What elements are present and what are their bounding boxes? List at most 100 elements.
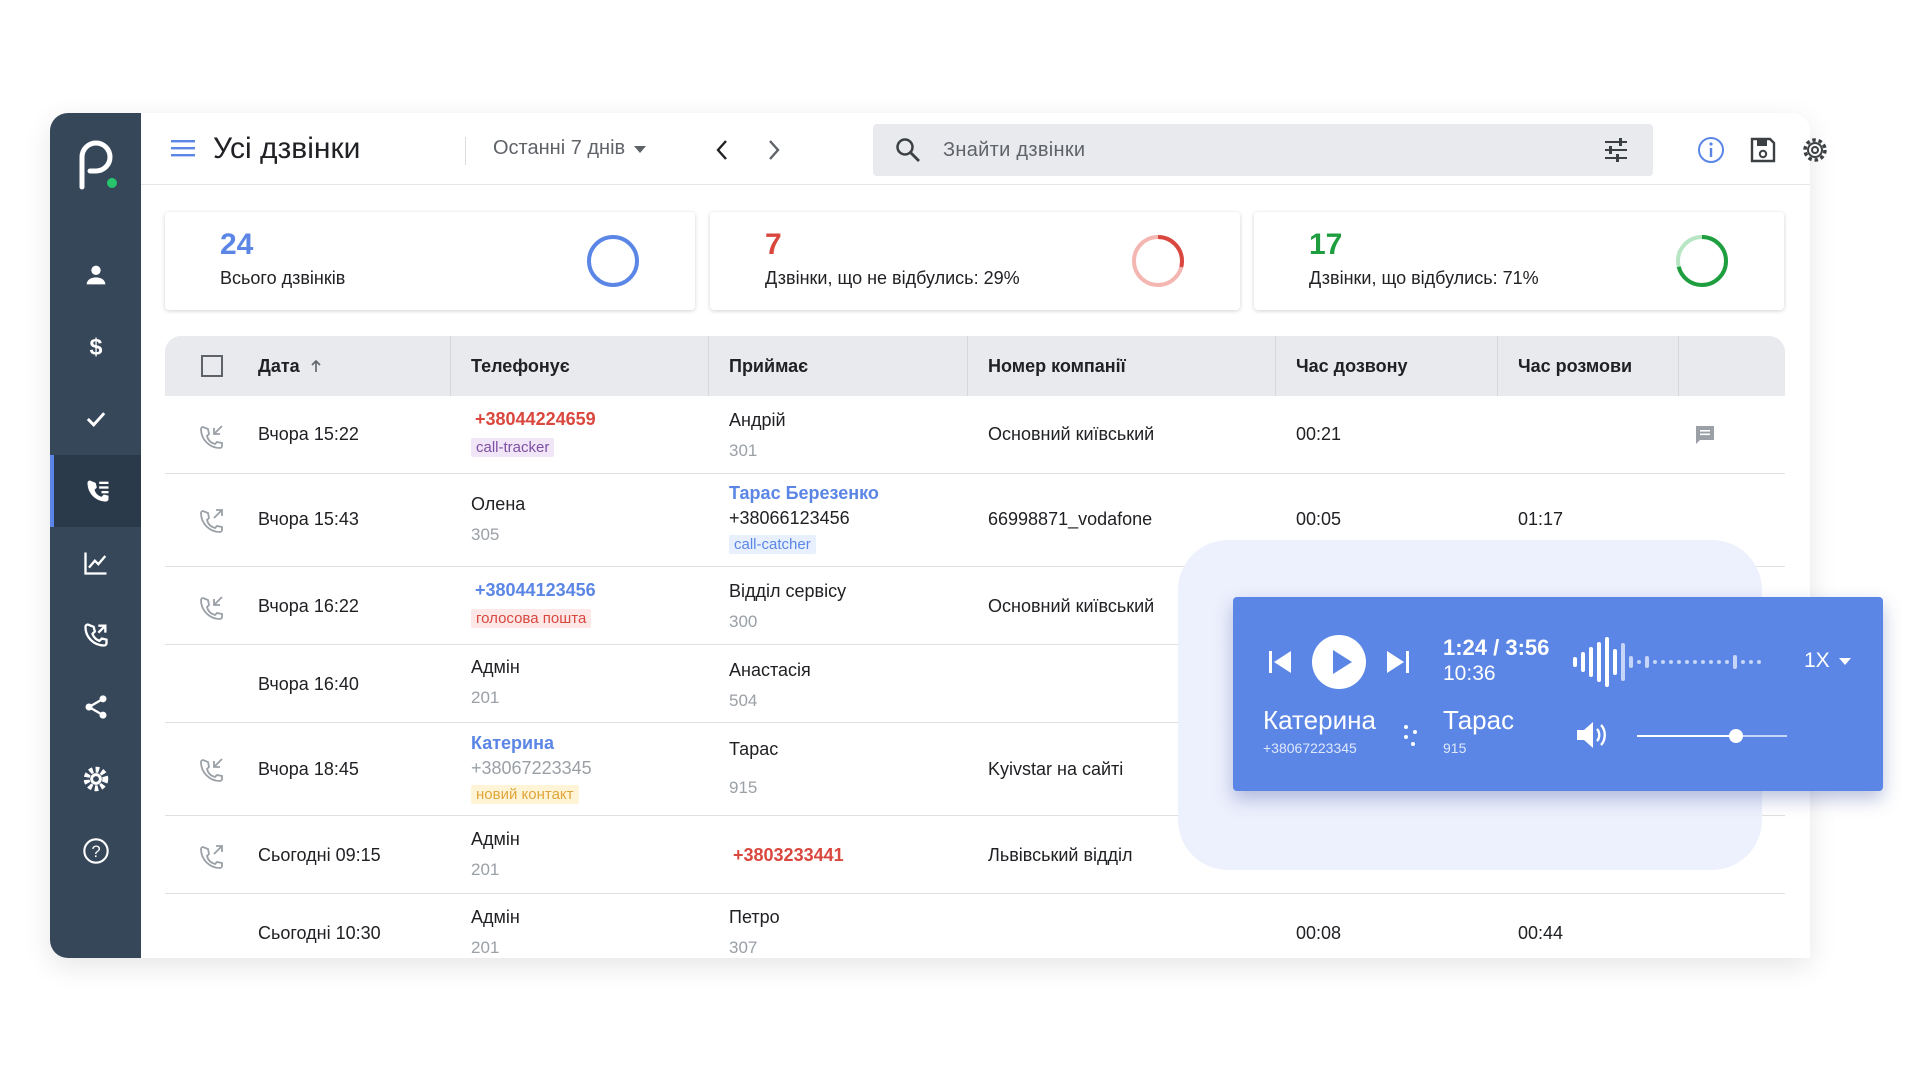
receiver-phone[interactable]: +3803233441 — [733, 845, 844, 866]
help-icon: ? — [82, 838, 109, 864]
users-icon — [86, 265, 105, 285]
save-button[interactable] — [1748, 135, 1778, 170]
column-wait-time[interactable]: Час дозвону — [1296, 336, 1408, 396]
column-divider — [708, 336, 709, 396]
nav-analytics[interactable] — [50, 527, 141, 599]
receiver-phone: +38066123456 — [729, 508, 850, 528]
caller-ext: 201 — [471, 688, 500, 707]
info-icon — [1698, 137, 1724, 163]
chevron-right-icon — [769, 140, 780, 160]
column-divider — [1678, 336, 1679, 396]
nav-calls[interactable] — [50, 455, 141, 527]
page-settings-button[interactable] — [1800, 135, 1830, 170]
receiver-ext: 307 — [729, 938, 758, 957]
top-bar: Усі дзвінки Останні 7 днів — [141, 113, 1827, 185]
volume-icon[interactable] — [1573, 717, 1609, 753]
to-name: Тарас — [1443, 705, 1515, 735]
column-receiver[interactable]: Приймає — [729, 336, 808, 396]
stat-label: Дзвінки, що не відбулись: 29% — [765, 268, 1020, 288]
select-all-checkbox[interactable] — [200, 336, 224, 396]
column-company-number[interactable]: Номер компанії — [988, 336, 1126, 396]
caller-ext: 201 — [471, 860, 500, 879]
receiver-ext: 301 — [729, 441, 758, 460]
stat-card-answered: 17 Дзвінки, що відбулись: 71% — [1254, 212, 1784, 310]
speed-dropdown[interactable]: 1X — [1804, 649, 1852, 673]
settings-icon — [83, 766, 108, 792]
caller-phone: +38067223345 — [471, 758, 592, 778]
filter-icon[interactable] — [1603, 137, 1629, 163]
call-time: 10:36 — [1443, 662, 1496, 685]
receiver-name[interactable]: Тарас Березенко — [729, 483, 879, 504]
ring-chart — [1132, 235, 1184, 287]
prev-period-button[interactable] — [711, 137, 735, 168]
volume-slider[interactable] — [1637, 729, 1787, 743]
caller-ext: 201 — [471, 938, 500, 957]
skip-previous-icon[interactable] — [1265, 647, 1295, 677]
table-row[interactable]: Вчора 15:22 +38044224659 call-tracker Ан… — [165, 396, 1785, 474]
wait-time: 00:08 — [1296, 923, 1342, 943]
nav-integrations[interactable] — [50, 671, 141, 743]
nav-finance[interactable]: $ — [50, 311, 141, 383]
chevron-left-icon — [716, 140, 727, 160]
logo[interactable] — [72, 135, 120, 195]
caller-phone[interactable]: +38044224659 — [475, 409, 596, 430]
receiver-name: Петро — [729, 907, 780, 927]
skip-next-icon[interactable] — [1383, 647, 1413, 677]
talk-time: 00:44 — [1518, 923, 1564, 943]
divider — [465, 137, 466, 165]
column-divider — [450, 336, 451, 396]
comment-icon[interactable] — [1693, 423, 1717, 447]
receiver-ext: 300 — [729, 612, 758, 631]
incoming-call-icon — [200, 596, 223, 620]
info-button[interactable] — [1696, 135, 1726, 170]
dollar-icon: $ — [89, 334, 102, 360]
play-button[interactable] — [1311, 634, 1367, 690]
column-date[interactable]: Дата — [258, 336, 322, 396]
source-tag: новий контакт — [471, 785, 579, 804]
table-row[interactable]: Сьогодні 10:30 Адмін 201 Петро 307 00:08… — [165, 894, 1785, 958]
stat-value: 7 — [765, 228, 782, 261]
stat-value: 24 — [220, 228, 254, 261]
checkbox-icon — [201, 355, 223, 377]
receiver-ext: 915 — [729, 778, 758, 797]
caller-phone[interactable]: +38044123456 — [475, 580, 596, 601]
column-caller[interactable]: Телефонує — [471, 336, 570, 396]
period-dropdown[interactable]: Останні 7 днів — [493, 137, 647, 160]
chart-icon — [83, 552, 106, 575]
row-date: Вчора 16:22 — [258, 596, 359, 616]
source-tag: голосова пошта — [471, 609, 592, 628]
playback-position: 1:24 / 3:56 — [1443, 635, 1550, 660]
svg-text:$: $ — [89, 334, 102, 360]
period-label: Останні 7 днів — [493, 137, 626, 159]
save-icon — [1750, 137, 1776, 163]
caller-ext: 305 — [471, 525, 500, 544]
share-icon — [85, 695, 106, 719]
waveform[interactable] — [1573, 635, 1787, 689]
incoming-call-icon — [200, 425, 223, 449]
nav-users[interactable] — [50, 239, 141, 311]
nav-call-forward[interactable] — [50, 599, 141, 671]
stat-card-missed: 7 Дзвінки, що не відбулись: 29% — [710, 212, 1240, 310]
receiver-ext: 504 — [729, 691, 758, 710]
source-tag: call-catcher — [729, 535, 816, 554]
caller-name[interactable]: Катерина — [471, 733, 554, 754]
next-period-button[interactable] — [761, 137, 785, 168]
nav-help[interactable]: ? — [50, 815, 141, 887]
column-talk-time[interactable]: Час розмови — [1518, 336, 1632, 396]
receiver-name: Тарас — [729, 739, 779, 759]
check-icon — [86, 412, 105, 427]
volume-handle[interactable] — [1729, 729, 1743, 743]
nav-tasks[interactable] — [50, 383, 141, 455]
row-date: Вчора 15:43 — [258, 509, 359, 529]
menu-button[interactable] — [171, 137, 197, 166]
stat-card-total: 24 Всього дзвінків — [165, 212, 695, 310]
row-date: Вчора 18:45 — [258, 759, 359, 779]
outgoing-call-icon — [200, 509, 223, 533]
from-phone: +38067223345 — [1263, 740, 1357, 756]
nav-settings[interactable] — [50, 743, 141, 815]
search-input[interactable] — [943, 138, 1543, 162]
search-icon[interactable] — [895, 137, 921, 163]
talk-time: 01:17 — [1518, 509, 1564, 529]
table-header: Дата Телефонує Приймає Номер компанії Ча… — [165, 336, 1785, 396]
from-name: Катерина — [1263, 705, 1376, 735]
